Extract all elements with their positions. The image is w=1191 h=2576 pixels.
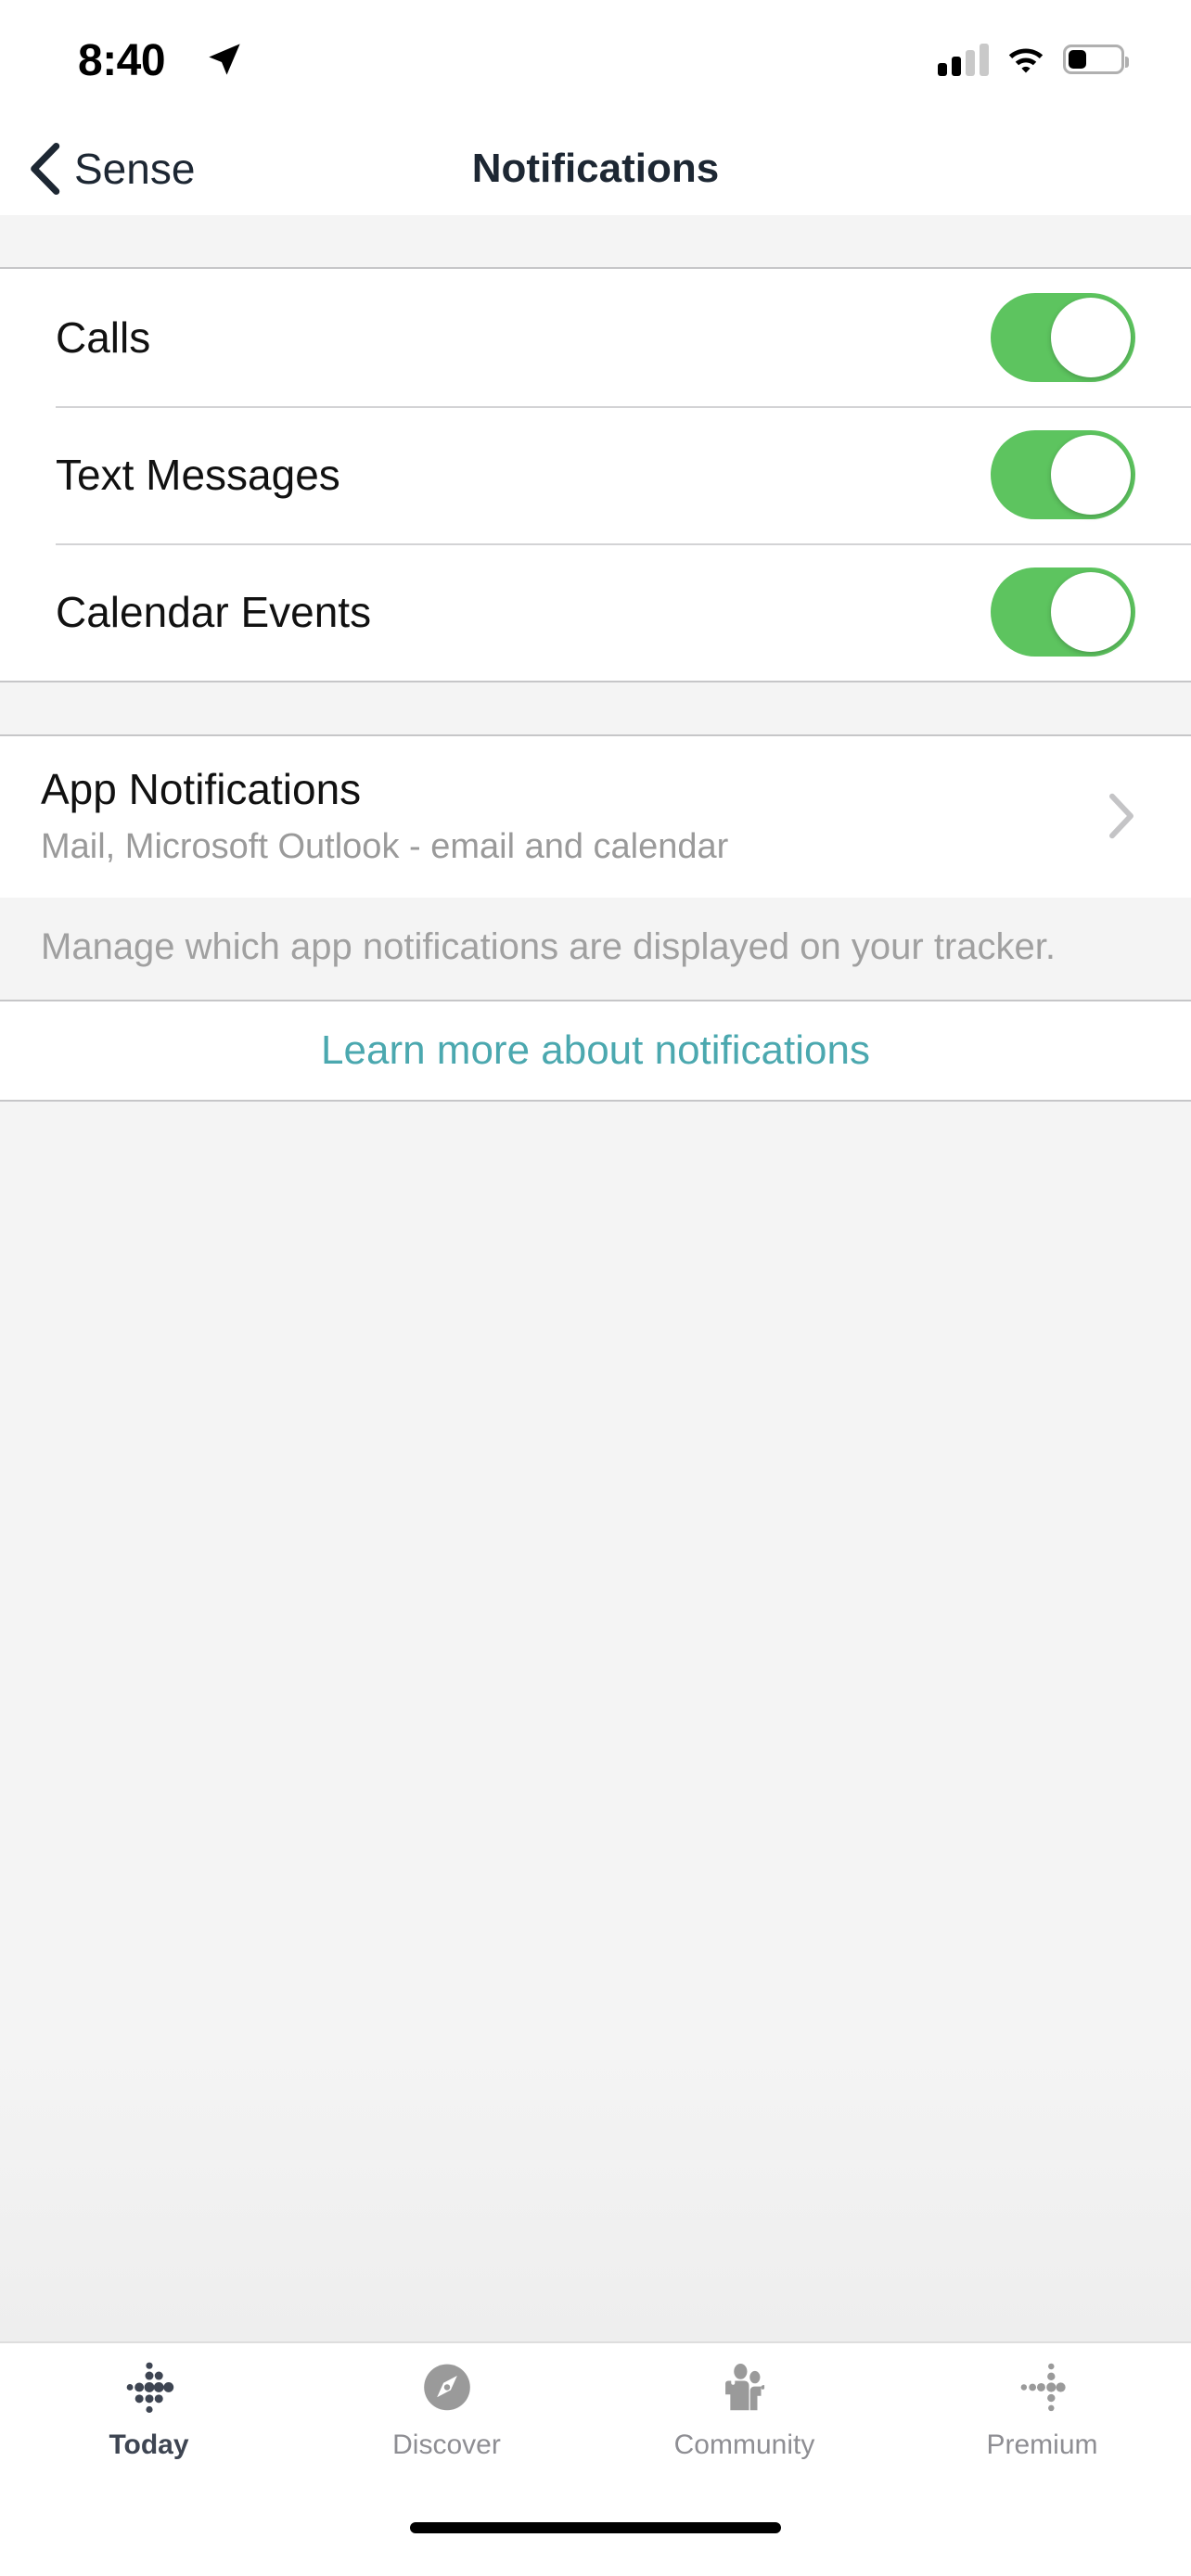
- compass-icon: [418, 2360, 476, 2417]
- tab-premium-label: Premium: [986, 2429, 1097, 2462]
- learn-more-link[interactable]: Learn more about notifications: [0, 1001, 1191, 1102]
- toggle-knob: [1051, 572, 1131, 652]
- tab-community-label: Community: [674, 2429, 815, 2462]
- row-calls[interactable]: Calls: [0, 269, 1191, 406]
- tab-discover-label: Discover: [392, 2429, 501, 2462]
- calls-toggle[interactable]: [991, 293, 1135, 382]
- status-bar: 8:40: [0, 0, 1191, 122]
- home-indicator[interactable]: [410, 2522, 781, 2533]
- row-calendar-events[interactable]: Calendar Events: [0, 543, 1191, 681]
- text-messages-toggle[interactable]: [991, 430, 1135, 519]
- calendar-events-toggle[interactable]: [991, 567, 1135, 657]
- wifi-icon: [1005, 44, 1046, 75]
- tab-today-label: Today: [109, 2429, 188, 2462]
- app-notifications-section: App Notifications Mail, Microsoft Outloo…: [0, 734, 1191, 898]
- toggle-knob: [1051, 298, 1131, 377]
- row-calendar-events-label: Calendar Events: [56, 586, 991, 638]
- fitbit-premium-dots-icon: [1014, 2360, 1071, 2417]
- tab-discover[interactable]: Discover: [298, 2360, 596, 2462]
- chevron-right-icon: [1108, 792, 1135, 840]
- status-bar-time: 8:40: [78, 35, 165, 87]
- app-notifications-row[interactable]: App Notifications Mail, Microsoft Outloo…: [0, 736, 1191, 898]
- row-text-messages-label: Text Messages: [56, 449, 991, 501]
- back-button-label: Sense: [74, 143, 195, 195]
- section-spacer-middle: [0, 682, 1191, 734]
- app-notifications-title: App Notifications: [41, 762, 1108, 816]
- tab-community[interactable]: Community: [596, 2360, 893, 2462]
- home-indicator-area: [0, 2494, 1191, 2576]
- section-spacer-top: [0, 215, 1191, 267]
- app-notifications-subtitle: Mail, Microsoft Outlook - email and cale…: [41, 823, 1108, 870]
- content-filler: [0, 1102, 1191, 2341]
- people-icon: [716, 2360, 774, 2417]
- settings-content: Calls Text Messages Calendar Events App …: [0, 215, 1191, 2341]
- row-calls-label: Calls: [56, 312, 991, 363]
- fitbit-dots-icon: [121, 2360, 178, 2417]
- tab-today[interactable]: Today: [0, 2360, 298, 2462]
- location-arrow-icon: [206, 41, 243, 78]
- learn-more-label: Learn more about notifications: [321, 1025, 870, 1077]
- tab-premium[interactable]: Premium: [893, 2360, 1191, 2462]
- chevron-left-icon: [28, 143, 61, 195]
- phone-screen: 8:40 Sense Notifications: [0, 0, 1191, 2576]
- row-text-messages[interactable]: Text Messages: [0, 406, 1191, 543]
- back-button[interactable]: Sense: [0, 143, 195, 195]
- app-notifications-footer-note: Manage which app notifications are displ…: [0, 898, 1191, 1001]
- toggle-knob: [1051, 435, 1131, 515]
- notification-toggles-section: Calls Text Messages Calendar Events: [0, 267, 1191, 682]
- battery-icon: [1063, 45, 1124, 74]
- status-bar-indicators: [938, 43, 1124, 76]
- cellular-signal-icon: [938, 43, 989, 76]
- tab-bar: Today Discover Community: [0, 2341, 1191, 2494]
- navigation-bar: Sense Notifications: [0, 122, 1191, 215]
